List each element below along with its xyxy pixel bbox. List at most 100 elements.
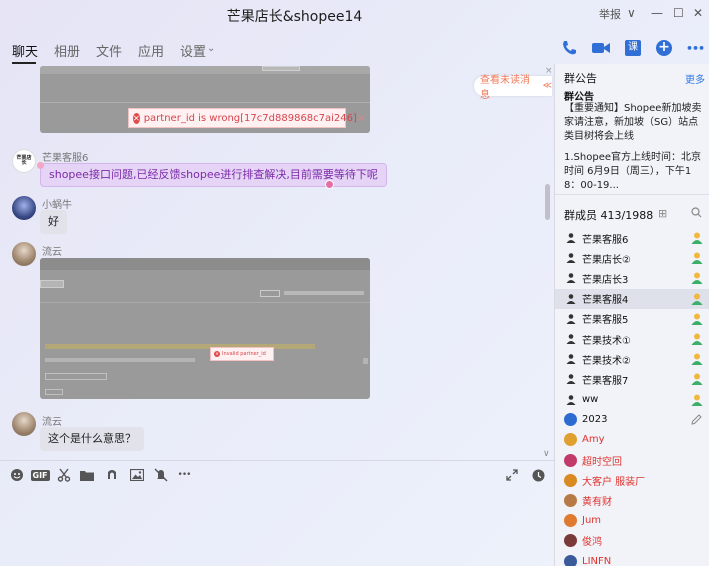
message-bubble[interactable]: 好 bbox=[40, 210, 67, 234]
member-row[interactable]: 大客户 服装厂 bbox=[555, 470, 709, 490]
admin-icon bbox=[690, 271, 704, 285]
member-row[interactable]: Amy bbox=[555, 430, 709, 450]
dropdown-button[interactable]: ∨ bbox=[627, 6, 636, 20]
avatar[interactable] bbox=[12, 412, 36, 436]
member-row[interactable]: 芒果客服6 bbox=[555, 228, 709, 248]
member-name: 芒果客服5 bbox=[582, 315, 629, 327]
member-name: LINFN bbox=[582, 555, 612, 566]
avatar[interactable] bbox=[564, 292, 577, 305]
tab-settings[interactable]: 设置 bbox=[180, 41, 206, 60]
avatar[interactable] bbox=[564, 373, 577, 386]
member-row[interactable]: 芒果技术① bbox=[555, 329, 709, 349]
history-icon[interactable] bbox=[531, 467, 545, 483]
notice-time[interactable]: 1.Shopee官方上线时间：北京时间 6月9日（周三），下午18：00-19.… bbox=[564, 151, 706, 193]
chat-history[interactable]: ✕ partner_id is wrong[17c7d889868c7ai246… bbox=[0, 66, 554, 460]
error-toast: ✕ partner_id is wrong[17c7d889868c7ai246… bbox=[128, 108, 365, 128]
avatar[interactable] bbox=[564, 534, 577, 548]
avatar[interactable] bbox=[564, 433, 577, 447]
add-member-icon[interactable]: ⊞ bbox=[658, 207, 667, 220]
maximize-button[interactable]: ☐ bbox=[673, 6, 684, 20]
avatar[interactable] bbox=[564, 393, 577, 406]
avatar[interactable] bbox=[564, 353, 577, 366]
phone-icon[interactable] bbox=[559, 38, 579, 58]
avatar[interactable] bbox=[564, 514, 577, 528]
tab-chat[interactable]: 聊天 bbox=[12, 41, 38, 60]
avatar[interactable] bbox=[12, 196, 36, 220]
admin-icon bbox=[690, 251, 704, 265]
mute-icon[interactable] bbox=[153, 467, 169, 483]
member-row[interactable]: LINFN bbox=[555, 551, 709, 566]
more-icon[interactable]: ••• bbox=[175, 467, 193, 483]
tab-apps[interactable]: 应用 bbox=[138, 41, 164, 60]
member-row[interactable]: Jum bbox=[555, 511, 709, 531]
avatar[interactable] bbox=[564, 312, 577, 325]
avatar[interactable] bbox=[12, 242, 36, 266]
unread-messages-button[interactable]: 查看未读消息 ≪ bbox=[474, 75, 552, 101]
class-icon[interactable]: 课 bbox=[623, 38, 643, 58]
collapse-arrow-icon[interactable]: ∨ bbox=[543, 449, 550, 459]
scissors-icon[interactable] bbox=[56, 467, 72, 483]
avatar[interactable] bbox=[564, 453, 577, 467]
member-name: 芒果技术① bbox=[582, 335, 631, 347]
edit-icon[interactable] bbox=[690, 413, 704, 427]
member-name: 芒果店长3 bbox=[582, 274, 629, 286]
notice-body[interactable]: 【重要通知】Shopee新加坡卖家请注意，新加坡（SG）站点类目树将会上线 bbox=[564, 102, 706, 144]
close-icon: × bbox=[356, 112, 366, 124]
group-info-panel: 群公告 更多 群公告 【重要通知】Shopee新加坡卖家请注意，新加坡（SG）站… bbox=[554, 64, 709, 566]
member-name: 超时空回 bbox=[582, 456, 622, 468]
message-image[interactable]: ✕ Invalid partner_id bbox=[40, 258, 370, 399]
avatar[interactable] bbox=[564, 232, 577, 245]
sticker-icon bbox=[325, 180, 334, 189]
avatar[interactable] bbox=[564, 473, 577, 487]
member-row[interactable]: 芒果店长② bbox=[555, 248, 709, 268]
image-icon[interactable] bbox=[129, 467, 145, 483]
report-button[interactable]: 举报 bbox=[599, 6, 621, 22]
video-icon[interactable] bbox=[591, 38, 611, 58]
tab-files[interactable]: 文件 bbox=[96, 41, 122, 60]
sender-name: 小蜗牛 bbox=[42, 200, 72, 211]
search-icon[interactable] bbox=[691, 207, 702, 221]
add-icon[interactable]: + bbox=[654, 38, 674, 58]
avatar[interactable]: 芒果店长 bbox=[12, 149, 36, 173]
member-row[interactable]: 芒果客服5 bbox=[555, 309, 709, 329]
member-row[interactable]: 黄有财 bbox=[555, 490, 709, 510]
expand-icon[interactable] bbox=[505, 467, 519, 483]
sender-name: 流云 bbox=[42, 247, 62, 258]
music-icon[interactable] bbox=[104, 467, 120, 483]
member-row[interactable]: 超时空回 bbox=[555, 450, 709, 470]
emoji-icon[interactable] bbox=[9, 467, 25, 483]
close-icon[interactable]: × bbox=[545, 66, 553, 76]
avatar[interactable] bbox=[564, 333, 577, 346]
message-bubble[interactable]: shopee接口问题,已经反馈shopee进行排查解决,目前需要等待下呢 bbox=[40, 163, 387, 187]
gif-icon[interactable]: GIF bbox=[30, 467, 50, 483]
active-tab-indicator bbox=[12, 62, 36, 64]
more-icon[interactable]: ••• bbox=[684, 38, 706, 58]
scrollbar-thumb[interactable] bbox=[545, 184, 550, 220]
notice-subtitle: 群公告 bbox=[564, 92, 594, 103]
close-button[interactable]: ✕ bbox=[693, 6, 703, 20]
avatar[interactable] bbox=[564, 252, 577, 265]
message-image[interactable]: ✕ partner_id is wrong[17c7d889868c7ai246… bbox=[40, 66, 370, 133]
input-area[interactable]: GIF ••• bbox=[0, 460, 554, 566]
minimize-button[interactable]: — bbox=[651, 6, 663, 20]
folder-icon[interactable] bbox=[79, 467, 95, 483]
avatar[interactable] bbox=[564, 272, 577, 285]
avatar[interactable] bbox=[564, 413, 577, 427]
member-name: 2023 bbox=[582, 414, 608, 426]
message-bubble[interactable]: 这个是什么意思？ bbox=[40, 427, 144, 451]
member-row[interactable]: 芒果技术② bbox=[555, 349, 709, 369]
member-row[interactable]: 芒果客服4 bbox=[555, 288, 709, 309]
notice-more-link[interactable]: 更多 bbox=[685, 71, 705, 86]
tab-album[interactable]: 相册 bbox=[54, 41, 80, 60]
avatar[interactable] bbox=[564, 494, 577, 508]
member-row[interactable]: 2023 bbox=[555, 410, 709, 430]
avatar[interactable] bbox=[564, 554, 577, 566]
member-name: Jum bbox=[582, 515, 602, 527]
member-row[interactable]: 芒果店长3 bbox=[555, 268, 709, 288]
member-name: Amy bbox=[582, 434, 605, 446]
error-icon: ✕ bbox=[133, 112, 140, 124]
member-row[interactable]: 俊鸿 bbox=[555, 531, 709, 551]
chevron-down-icon[interactable]: ⌄ bbox=[207, 43, 215, 54]
member-row[interactable]: ww bbox=[555, 390, 709, 410]
member-row[interactable]: 芒果客服7 bbox=[555, 369, 709, 389]
